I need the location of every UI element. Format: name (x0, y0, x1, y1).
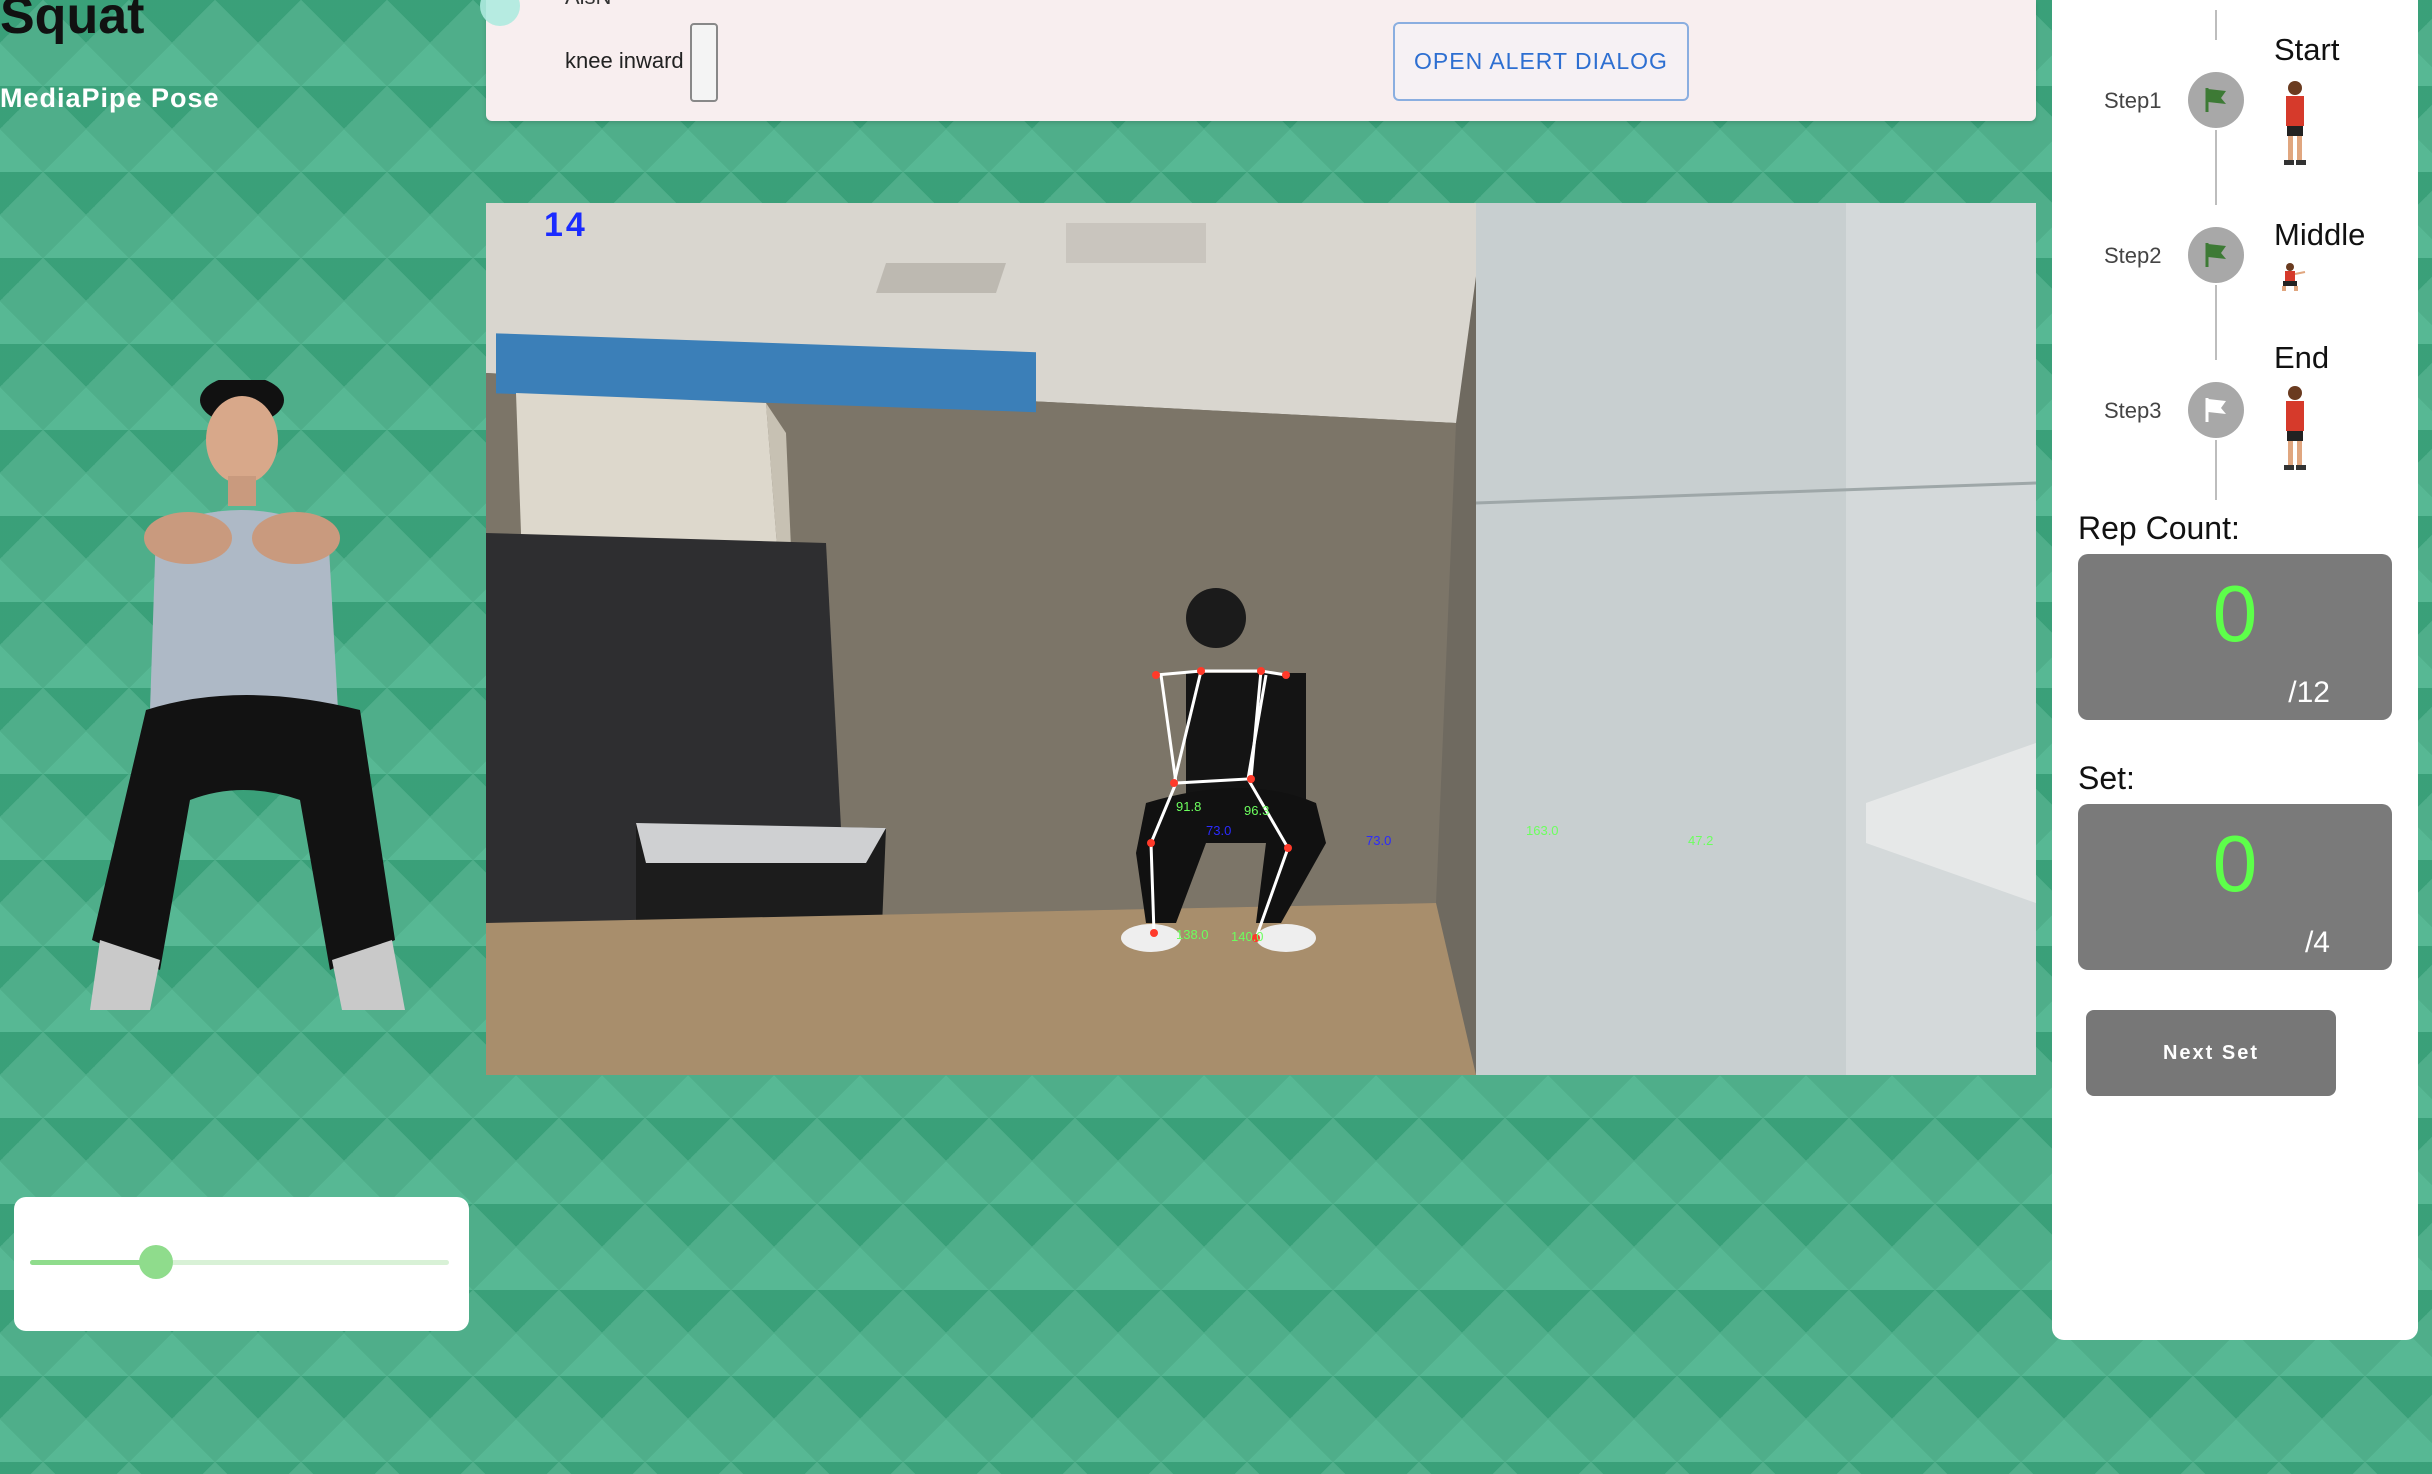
right-panel: Step1 Start Step2 Middle Step3 End Rep C… (2052, 0, 2418, 1340)
rep-count-box: 0 /12 (2078, 554, 2392, 720)
frame-counter: 14 (544, 206, 588, 244)
rep-count-heading: Rep Count: (2078, 510, 2240, 546)
step-connector (2215, 10, 2217, 40)
angle-readout: 73.0 (1206, 823, 1231, 838)
page-subtitle: MediaPipe Pose (0, 83, 220, 113)
open-alert-dialog-button[interactable]: OPEN ALERT DIALOG (1393, 22, 1689, 101)
flag-icon (2188, 382, 2244, 438)
step3-title: End (2274, 340, 2330, 375)
step3-figure (2284, 386, 2306, 470)
alert-top-text: AlsN (565, 0, 611, 10)
step1-figure (2284, 81, 2306, 165)
slider-fill (30, 1260, 156, 1265)
set-count-value: 0 (2212, 819, 2258, 908)
step2-figure (2282, 263, 2306, 291)
set-count-total: /4 (2304, 926, 2330, 959)
rep-count-value: 0 (2212, 569, 2258, 658)
step2-title: Middle (2274, 217, 2366, 252)
angle-readout: 138.0 (1176, 927, 1209, 942)
slider-thumb[interactable] (138, 1245, 173, 1279)
set-count-heading: Set: (2078, 760, 2135, 796)
knee-inward-label: knee inward (565, 48, 684, 73)
camera-feed: 91.8 96.3 73.0 73.0 138.0 140.0 163.0 47… (486, 203, 2036, 1075)
angle-readout: 91.8 (1176, 799, 1201, 814)
step-connector (2215, 285, 2217, 360)
rep-count-total: /12 (2288, 676, 2330, 709)
avatar-model (90, 380, 405, 1010)
slider-track[interactable] (30, 1260, 449, 1265)
step-connector (2215, 440, 2217, 500)
page-title: Squat (0, 0, 145, 45)
angle-readout: 73.0 (1366, 833, 1391, 848)
step3-label: Step3 (2104, 398, 2162, 423)
knee-inward-input[interactable] (690, 23, 718, 102)
step1-label: Step1 (2104, 88, 2162, 113)
angle-readout: 47.2 (1688, 833, 1713, 848)
angle-readout: 163.0 (1526, 823, 1559, 838)
flag-icon (2188, 72, 2244, 128)
slider-card (14, 1197, 469, 1331)
angle-readout: 96.3 (1244, 803, 1269, 818)
next-set-button[interactable]: Next Set (2086, 1010, 2336, 1096)
alert-bar (486, 0, 2036, 121)
angle-readout: 140.0 (1231, 929, 1264, 944)
flag-icon (2188, 227, 2244, 283)
set-count-box: 0 /4 (2078, 804, 2392, 970)
step1-title: Start (2274, 32, 2340, 67)
step2-label: Step2 (2104, 243, 2162, 268)
step-connector (2215, 130, 2217, 205)
